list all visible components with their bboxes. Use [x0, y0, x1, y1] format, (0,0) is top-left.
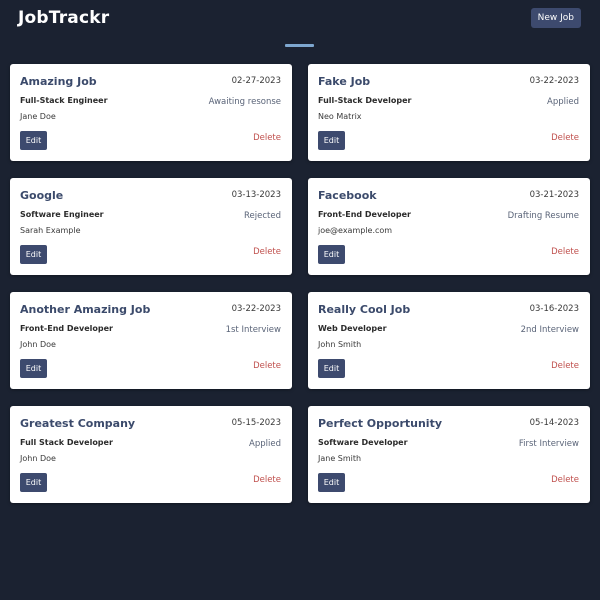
company-name: Facebook — [318, 189, 377, 202]
edit-button[interactable]: Edit — [318, 131, 345, 150]
contact-name: John Smith — [318, 340, 362, 349]
job-position: Software Engineer — [20, 210, 104, 219]
job-position: Full-Stack Engineer — [20, 96, 108, 105]
contact-name: Neo Matrix — [318, 112, 362, 121]
delete-button[interactable]: Delete — [551, 475, 579, 485]
application-status: First Interview — [518, 439, 579, 449]
job-card: Google 03-13-2023 Software Engineer Reje… — [10, 178, 292, 275]
delete-button[interactable]: Delete — [551, 247, 579, 257]
job-card-grid: Amazing Job 02-27-2023 Full-Stack Engine… — [10, 64, 590, 503]
delete-button[interactable]: Delete — [253, 133, 281, 143]
job-card: Facebook 03-21-2023 Front-End Developer … — [308, 178, 590, 275]
delete-button[interactable]: Delete — [253, 361, 281, 371]
job-position: Software Developer — [318, 438, 408, 447]
job-position: Front-End Developer — [20, 324, 113, 333]
application-date: 03-16-2023 — [529, 304, 579, 314]
application-status: Rejected — [244, 211, 281, 221]
job-card: Really Cool Job 03-16-2023 Web Developer… — [308, 292, 590, 389]
edit-button[interactable]: Edit — [318, 359, 345, 378]
application-date: 03-22-2023 — [231, 304, 281, 314]
application-status: Applied — [249, 439, 281, 449]
job-card: Fake Job 03-22-2023 Full-Stack Developer… — [308, 64, 590, 161]
company-name: Fake Job — [318, 75, 371, 88]
edit-button[interactable]: Edit — [318, 473, 345, 492]
job-card: Amazing Job 02-27-2023 Full-Stack Engine… — [10, 64, 292, 161]
new-job-button[interactable]: New Job — [530, 8, 581, 28]
contact-name: John Doe — [20, 340, 56, 349]
edit-button[interactable]: Edit — [20, 359, 47, 378]
company-name: Really Cool Job — [318, 303, 411, 316]
application-date: 03-22-2023 — [529, 76, 579, 86]
delete-button[interactable]: Delete — [551, 361, 579, 371]
delete-button[interactable]: Delete — [253, 247, 281, 257]
app-header: JobTrackr New Job — [0, 0, 600, 40]
job-position: Web Developer — [318, 324, 387, 333]
company-name: Perfect Opportunity — [318, 417, 443, 430]
delete-button[interactable]: Delete — [253, 475, 281, 485]
company-name: Another Amazing Job — [20, 303, 151, 316]
company-name: Amazing Job — [20, 75, 97, 88]
application-date: 03-21-2023 — [529, 190, 579, 200]
job-position: Full-Stack Developer — [318, 96, 412, 105]
application-date: 05-14-2023 — [529, 418, 579, 428]
job-card: Greatest Company 05-15-2023 Full Stack D… — [10, 406, 292, 503]
job-position: Front-End Developer — [318, 210, 411, 219]
contact-name: joe@example.com — [318, 226, 393, 235]
company-name: Greatest Company — [20, 417, 136, 430]
contact-name: Sarah Example — [20, 226, 81, 235]
application-date: 03-13-2023 — [231, 190, 281, 200]
application-status: Applied — [547, 97, 579, 107]
application-status: Awaiting resonse — [208, 97, 281, 107]
app-title: JobTrackr — [18, 8, 110, 28]
contact-name: Jane Doe — [20, 112, 56, 121]
company-name: Google — [20, 189, 64, 202]
application-status: 1st Interview — [225, 325, 281, 335]
application-date: 05-15-2023 — [231, 418, 281, 428]
job-card: Perfect Opportunity 05-14-2023 Software … — [308, 406, 590, 503]
application-status: Drafting Resume — [507, 211, 579, 221]
contact-name: Jane Smith — [318, 454, 362, 463]
edit-button[interactable]: Edit — [20, 473, 47, 492]
delete-button[interactable]: Delete — [551, 133, 579, 143]
job-card: Another Amazing Job 03-22-2023 Front-End… — [10, 292, 292, 389]
contact-name: John Doe — [20, 454, 56, 463]
job-position: Full Stack Developer — [20, 438, 113, 447]
edit-button[interactable]: Edit — [318, 245, 345, 264]
edit-button[interactable]: Edit — [20, 245, 47, 264]
header-divider — [285, 44, 314, 47]
application-date: 02-27-2023 — [231, 76, 281, 86]
application-status: 2nd Interview — [520, 325, 579, 335]
edit-button[interactable]: Edit — [20, 131, 47, 150]
